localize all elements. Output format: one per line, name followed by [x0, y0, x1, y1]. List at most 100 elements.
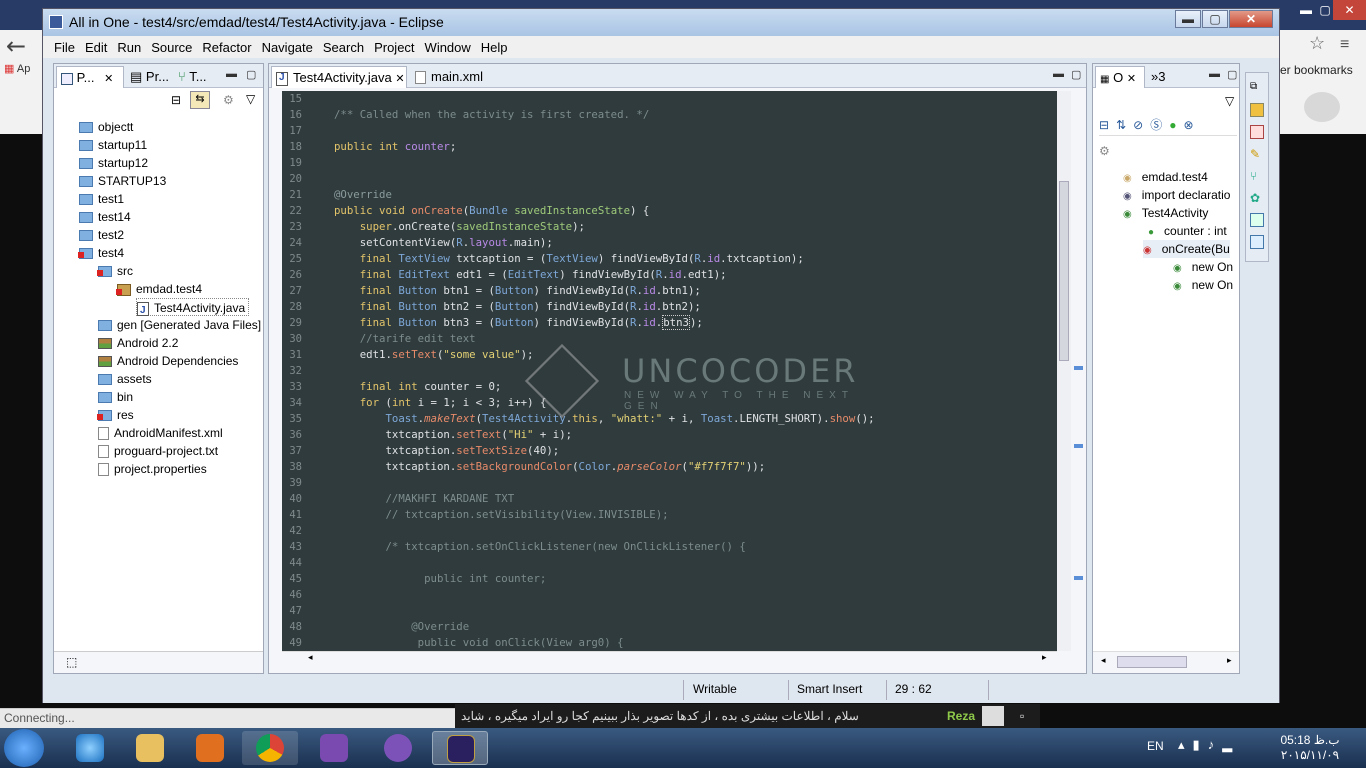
close-icon[interactable]: ✕ [395, 73, 404, 85]
menu-run[interactable]: Run [112, 40, 146, 55]
start-button[interactable] [4, 729, 44, 767]
volume-icon[interactable]: ♪ [1208, 737, 1223, 752]
close-icon[interactable]: ✕ [104, 73, 113, 85]
chevron-down-icon[interactable]: ▽ [1225, 94, 1234, 108]
code-area[interactable]: 15 16 17 18 19 20 21 22 23 24 25 26 27 28 29 30 31 32 33 34… [282, 91, 1057, 651]
tree-item[interactable]: STARTUP13 [79, 172, 166, 190]
minimize-view-icon[interactable]: ▬ [1053, 68, 1064, 80]
logcat-icon[interactable] [1250, 213, 1264, 227]
tab-package-explorer[interactable]: P... ✕ [56, 66, 124, 88]
maximize-button[interactable]: ▢ [1202, 10, 1228, 28]
tree-item[interactable]: objectt [79, 118, 133, 136]
outline-item[interactable]: ◉ new On [1173, 276, 1233, 294]
outline-item[interactable]: ◉ Test4Activity [1123, 204, 1208, 222]
tree-item[interactable]: startup11 [79, 136, 147, 154]
close-button[interactable]: ✕ [1229, 10, 1273, 28]
menu-navigate[interactable]: Navigate [257, 40, 318, 55]
tree-item[interactable]: project.properties [98, 460, 207, 478]
maximize-view-icon[interactable]: ▢ [246, 68, 256, 81]
apps-shortcut[interactable]: ▦ Ap [4, 62, 30, 75]
taskbar-viber[interactable] [370, 731, 426, 765]
tree-item[interactable]: test14 [79, 208, 131, 226]
vertical-scrollbar[interactable] [1057, 91, 1071, 651]
chat-notification-bar[interactable]: سلام ، اطلاعات بیشتری بده ، از کدها تصوی… [455, 704, 1040, 728]
horizontal-scrollbar[interactable]: ◂ ▸ [282, 651, 1057, 665]
tab-more-views[interactable]: »3 [1147, 66, 1177, 88]
battery-icon[interactable]: ▮ [1193, 737, 1208, 752]
outline-hscroll[interactable]: ◂ ▸ [1093, 651, 1239, 673]
tree-item[interactable]: Android Dependencies [98, 352, 238, 370]
browser-menu-icon[interactable]: ≡ [1340, 36, 1349, 54]
tasks-icon[interactable]: ✎ [1250, 147, 1264, 161]
tab-type-hierarchy[interactable]: ⑂ T... [174, 66, 214, 88]
restore-icon[interactable]: ⧉ [1250, 81, 1264, 95]
menu-window[interactable]: Window [420, 40, 476, 55]
browser-close-button[interactable]: ✕ [1333, 0, 1366, 20]
tree-item[interactable]: AndroidManifest.xml [98, 424, 223, 442]
scroll-left-icon[interactable]: ◂ [308, 652, 313, 663]
scroll-right-icon[interactable]: ▸ [1042, 652, 1047, 663]
collapse-all-icon[interactable]: ⊟ [1099, 118, 1116, 132]
scrollbar-thumb[interactable] [1117, 656, 1187, 668]
outline-item[interactable]: ◉ emdad.test4 [1123, 168, 1208, 186]
tree-item[interactable]: test1 [79, 190, 124, 208]
tab-main-xml[interactable]: main.xml [411, 66, 511, 88]
other-bookmarks[interactable]: er bookmarks [1280, 63, 1353, 77]
hierarchy-icon[interactable]: ⑂ [1250, 169, 1264, 183]
minimize-button[interactable]: ▬ [1175, 10, 1201, 28]
console-icon[interactable] [1250, 103, 1264, 117]
network-icon[interactable]: ▂ [1222, 737, 1240, 752]
menu-search[interactable]: Search [318, 40, 369, 55]
menu-source[interactable]: Source [146, 40, 197, 55]
tab-test4activity-java[interactable]: Test4Activity.java ✕ [271, 66, 407, 88]
taskbar-media-player[interactable] [182, 731, 238, 765]
browser-minimize-button[interactable]: ▬ [1295, 0, 1317, 20]
show-hidden-icons-icon[interactable]: ▴ [1178, 737, 1193, 752]
outline-item[interactable]: ● counter : int [1148, 222, 1227, 240]
outline-filter-icon[interactable]: ⚙ [1099, 144, 1110, 158]
hide-public-icon[interactable]: ● [1169, 118, 1183, 132]
overview-ruler[interactable] [1072, 91, 1086, 651]
problems-icon[interactable] [1250, 125, 1264, 139]
scroll-left-icon[interactable]: ◂ [1101, 655, 1106, 666]
outline-item[interactable]: ◉ onCreate(Bu [1143, 240, 1230, 258]
view-menu-icon[interactable]: ⚙ [223, 93, 234, 107]
tree-item[interactable]: Test4Activity.java [136, 298, 250, 320]
source-code[interactable]: /** Called when the activity is first cr… [334, 91, 875, 649]
clock[interactable]: 05:18 ب.ظ ۲۰۱۵/۱۱/۰۹ [1270, 733, 1350, 763]
tree-item[interactable]: src [97, 262, 133, 280]
menu-help[interactable]: Help [476, 40, 513, 55]
status-insert-mode[interactable]: Smart Insert [797, 682, 862, 696]
taskbar-chrome[interactable] [242, 731, 298, 765]
close-icon[interactable]: ✕ [1127, 73, 1136, 85]
ruler-marker[interactable] [1074, 444, 1083, 448]
tree-item[interactable]: test2 [79, 226, 124, 244]
browser-maximize-button[interactable]: ▢ [1317, 0, 1333, 20]
scroll-right-icon[interactable]: ▸ [1227, 655, 1232, 666]
tree-item[interactable]: proguard-project.txt [98, 442, 218, 460]
android-icon[interactable]: ✿ [1250, 191, 1264, 205]
link-with-editor-icon[interactable]: ⇆ [190, 91, 210, 109]
tree-item[interactable]: res [97, 406, 134, 424]
outline-item[interactable]: ◉ new On [1173, 258, 1233, 276]
menu-project[interactable]: Project [369, 40, 419, 55]
maximize-view-icon[interactable]: ▢ [1227, 68, 1237, 81]
tree-item[interactable]: gen [Generated Java Files] [98, 316, 261, 334]
hide-fields-icon[interactable]: ⊘ [1133, 118, 1150, 132]
minimize-view-icon[interactable]: ▬ [226, 68, 237, 80]
taskbar-eclipse[interactable] [432, 731, 488, 765]
tree-item[interactable]: startup12 [79, 154, 148, 172]
hide-local-types-icon[interactable]: ⊗ [1183, 118, 1200, 132]
minimize-view-icon[interactable]: ▬ [1209, 68, 1220, 80]
window-title-bar[interactable]: All in One - test4/src/emdad/test4/Test4… [43, 9, 1279, 36]
tree-item[interactable]: assets [98, 370, 152, 388]
menu-file[interactable]: File [49, 40, 80, 55]
back-arrow-icon[interactable]: ← [6, 32, 26, 60]
menu-edit[interactable]: Edit [80, 40, 112, 55]
taskbar-visual-studio[interactable] [306, 731, 362, 765]
tree-item[interactable]: bin [98, 388, 133, 406]
hide-static-icon[interactable]: Ⓢ [1150, 118, 1169, 132]
tree-item[interactable]: test4 [78, 244, 124, 262]
maximize-view-icon[interactable]: ▢ [1071, 68, 1081, 81]
outline-item[interactable]: ◉ import declaratio [1123, 186, 1230, 204]
